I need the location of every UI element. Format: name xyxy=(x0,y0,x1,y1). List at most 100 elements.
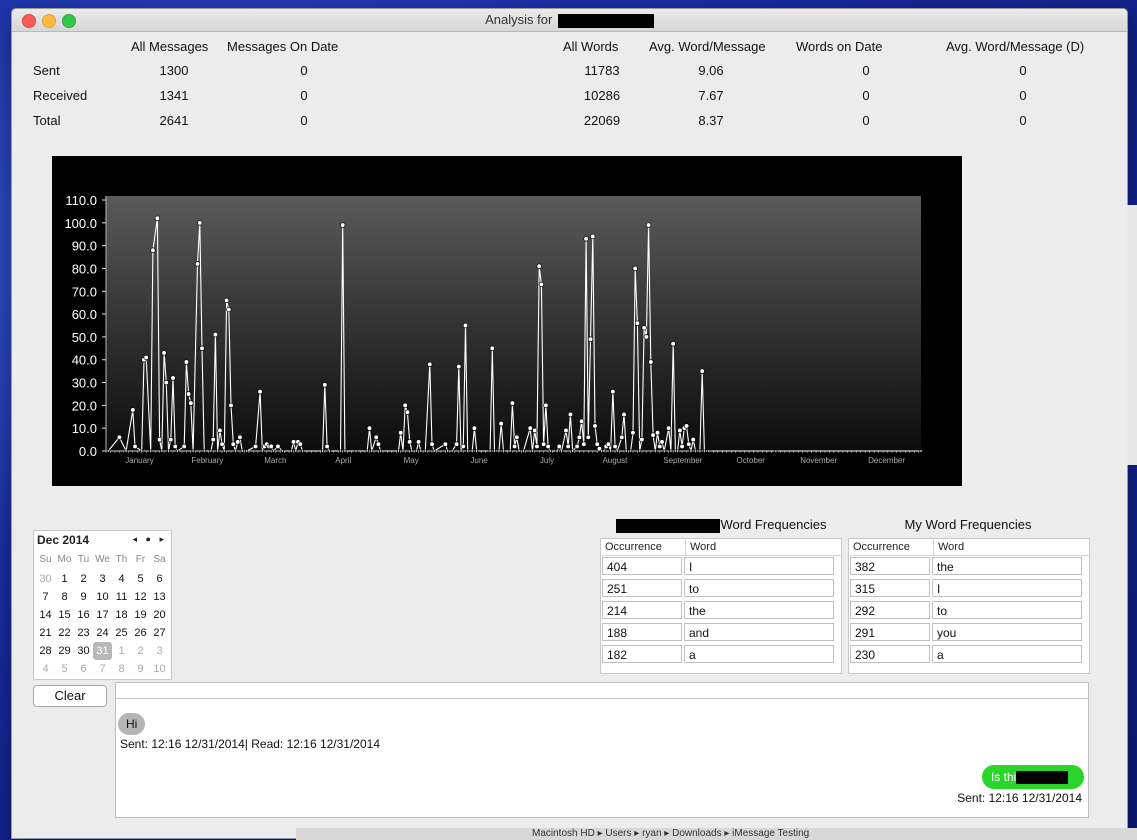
calendar-day[interactable]: 24 xyxy=(93,624,112,642)
calendar-day[interactable]: 8 xyxy=(55,588,74,606)
calendar-day[interactable]: 10 xyxy=(93,588,112,606)
occurrence-cell[interactable]: 404 xyxy=(602,557,682,575)
data-point xyxy=(532,427,538,434)
word-cell[interactable]: I xyxy=(932,579,1082,597)
calendar-day[interactable]: 30 xyxy=(74,642,93,660)
minimize-window-icon[interactable] xyxy=(42,14,56,28)
calendar-day[interactable]: 16 xyxy=(74,606,93,624)
data-point xyxy=(689,449,693,453)
table-row[interactable]: 404 I xyxy=(601,556,841,578)
word-cell[interactable]: to xyxy=(684,579,834,597)
word-cell[interactable]: a xyxy=(684,645,834,663)
calendar-day[interactable]: 7 xyxy=(93,660,112,678)
data-point xyxy=(527,425,533,431)
x-month-label: June xyxy=(470,456,488,465)
table-row[interactable]: 291 you xyxy=(849,622,1089,644)
calendar-day[interactable]: 4 xyxy=(36,660,55,678)
table-row[interactable]: 188 and xyxy=(601,622,841,644)
table-row[interactable]: 251 to xyxy=(601,578,841,600)
calendar-day[interactable]: 29 xyxy=(55,642,74,660)
word-cell[interactable]: the xyxy=(684,601,834,619)
calendar-day[interactable]: 20 xyxy=(150,606,169,624)
calendar-day[interactable]: 30 xyxy=(36,570,55,588)
calendar-day[interactable]: 23 xyxy=(74,624,93,642)
data-point xyxy=(191,449,195,453)
calendar-day[interactable]: 1 xyxy=(55,570,74,588)
word-cell[interactable]: I xyxy=(684,557,834,575)
table-row[interactable]: 214 the xyxy=(601,600,841,622)
word-cell[interactable]: you xyxy=(932,623,1082,641)
data-point xyxy=(609,449,613,453)
col-word[interactable]: Word xyxy=(934,539,1088,555)
calendar-day[interactable]: 5 xyxy=(55,660,74,678)
occurrence-cell[interactable]: 315 xyxy=(850,579,930,597)
my-word-frequency-table[interactable]: Occurrence Word 382 the 315 I 292 to 291 you 230… xyxy=(848,538,1090,674)
calendar-day[interactable]: 25 xyxy=(112,624,131,642)
calendar-day[interactable]: 27 xyxy=(150,624,169,642)
calendar-day[interactable]: 5 xyxy=(131,570,150,588)
calendar-day[interactable]: 6 xyxy=(74,660,93,678)
table-row[interactable]: 382 the xyxy=(849,556,1089,578)
col-occurrence[interactable]: Occurrence xyxy=(601,539,686,555)
word-cell[interactable]: to xyxy=(932,601,1082,619)
occurrence-cell[interactable]: 251 xyxy=(602,579,682,597)
close-window-icon[interactable] xyxy=(22,14,36,28)
total-avg: 8.37 xyxy=(698,113,724,128)
calendar-day[interactable]: 18 xyxy=(112,606,131,624)
calendar-day[interactable]: 31 xyxy=(93,642,112,660)
occurrence-cell[interactable]: 182 xyxy=(602,645,682,663)
calendar-day[interactable]: 2 xyxy=(74,570,93,588)
calendar-day[interactable]: 3 xyxy=(150,642,169,660)
occurrence-cell[interactable]: 214 xyxy=(602,601,682,619)
data-point xyxy=(294,449,298,453)
calendar-day[interactable]: 12 xyxy=(131,588,150,606)
calendar-day[interactable]: 17 xyxy=(93,606,112,624)
occurrence-cell[interactable]: 188 xyxy=(602,623,682,641)
zoom-window-icon[interactable] xyxy=(62,14,76,28)
their-word-frequency-table[interactable]: Occurrence Word 404 I 251 to 214 the 188 and 182… xyxy=(600,538,842,674)
clear-button[interactable]: Clear xyxy=(33,685,107,707)
occurrence-cell[interactable]: 292 xyxy=(850,601,930,619)
occurrence-cell[interactable]: 382 xyxy=(850,557,930,575)
occurrence-cell[interactable]: 230 xyxy=(850,645,930,663)
calendar-day[interactable]: 19 xyxy=(131,606,150,624)
calendar-day[interactable]: 9 xyxy=(131,660,150,678)
calendar-day[interactable]: 28 xyxy=(36,642,55,660)
calendar-day[interactable]: 13 xyxy=(150,588,169,606)
table-row[interactable]: 292 to xyxy=(849,600,1089,622)
received-avg-d: 0 xyxy=(1019,88,1027,103)
x-month-label: April xyxy=(335,456,351,465)
word-cell[interactable]: the xyxy=(932,557,1082,575)
data-point xyxy=(161,350,167,356)
calendar-day[interactable]: 14 xyxy=(36,606,55,624)
calendar-day[interactable]: 8 xyxy=(112,660,131,678)
data-point xyxy=(571,449,575,453)
calendar-day[interactable]: 15 xyxy=(55,606,74,624)
calendar-day[interactable]: 7 xyxy=(36,588,55,606)
calendar-day[interactable]: 1 xyxy=(112,642,131,660)
calendar-day[interactable]: 11 xyxy=(112,588,131,606)
word-cell[interactable]: and xyxy=(684,623,834,641)
table-row[interactable]: 230 a xyxy=(849,644,1089,666)
word-cell[interactable]: a xyxy=(932,645,1082,663)
calendar-day[interactable]: 21 xyxy=(36,624,55,642)
message-transcript-pane[interactable]: Hi Sent: 12:16 12/31/2014| Read: 12:16 1… xyxy=(115,682,1089,818)
data-point xyxy=(172,443,178,450)
occurrence-cell[interactable]: 291 xyxy=(850,623,930,641)
redacted-message-text xyxy=(1016,771,1069,785)
table-row[interactable]: 182 a xyxy=(601,644,841,666)
calendar-day[interactable]: 4 xyxy=(112,570,131,588)
calendar-day[interactable]: 10 xyxy=(150,660,169,678)
calendar-day[interactable]: 26 xyxy=(131,624,150,642)
calendar-day[interactable]: 6 xyxy=(150,570,169,588)
col-word[interactable]: Word xyxy=(686,539,840,555)
date-picker-calendar[interactable]: Dec 2014 ◂ ● ▸ Su Mo Tu We Th Fr Sa 30 1 2 3 4 5 6 7 8 9… xyxy=(33,530,172,680)
data-point xyxy=(693,449,698,453)
calendar-nav-arrows-icon[interactable]: ◂ ● ▸ xyxy=(133,534,167,545)
col-occurrence[interactable]: Occurrence xyxy=(849,539,934,555)
calendar-day[interactable]: 2 xyxy=(131,642,150,660)
table-row[interactable]: 315 I xyxy=(849,578,1089,600)
calendar-day[interactable]: 9 xyxy=(74,588,93,606)
calendar-day[interactable]: 3 xyxy=(93,570,112,588)
calendar-day[interactable]: 22 xyxy=(55,624,74,642)
